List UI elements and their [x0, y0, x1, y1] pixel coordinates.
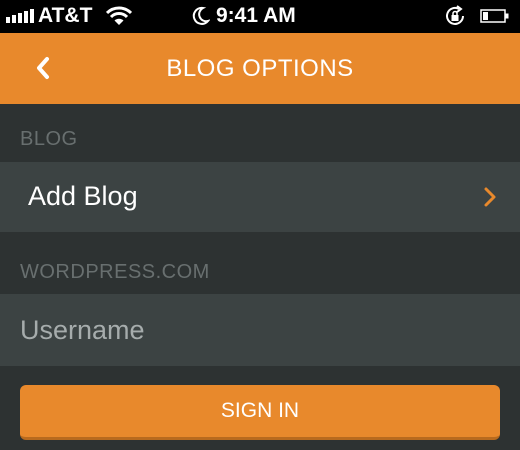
section-header-wordpress: WORDPRESS.COM [20, 261, 210, 283]
username-row [0, 294, 520, 366]
chevron-right-icon [484, 187, 496, 207]
add-blog-label: Add Blog [28, 181, 138, 211]
blog-options-screen: AT&T 9:41 AM BLOG OPTIONS BLOG Add Blog … [0, 0, 520, 450]
status-bar: AT&T 9:41 AM [0, 0, 520, 33]
rotation-lock-icon [446, 5, 464, 25]
username-field[interactable] [0, 294, 520, 366]
time-group: 9:41 AM [192, 4, 296, 28]
wifi-icon [106, 6, 132, 25]
status-time: 9:41 AM [216, 4, 296, 27]
nav-bar: BLOG OPTIONS [0, 33, 520, 104]
back-chevron-icon[interactable] [28, 53, 58, 83]
sign-in-button[interactable]: SIGN IN [20, 385, 500, 440]
battery-icon [480, 9, 509, 23]
carrier-label: AT&T [38, 4, 93, 27]
page-title: BLOG OPTIONS [166, 55, 354, 82]
add-blog-row[interactable]: Add Blog [0, 162, 520, 232]
section-header-blog: BLOG [20, 128, 78, 150]
signal-icon [6, 9, 34, 23]
moon-icon [192, 6, 210, 25]
